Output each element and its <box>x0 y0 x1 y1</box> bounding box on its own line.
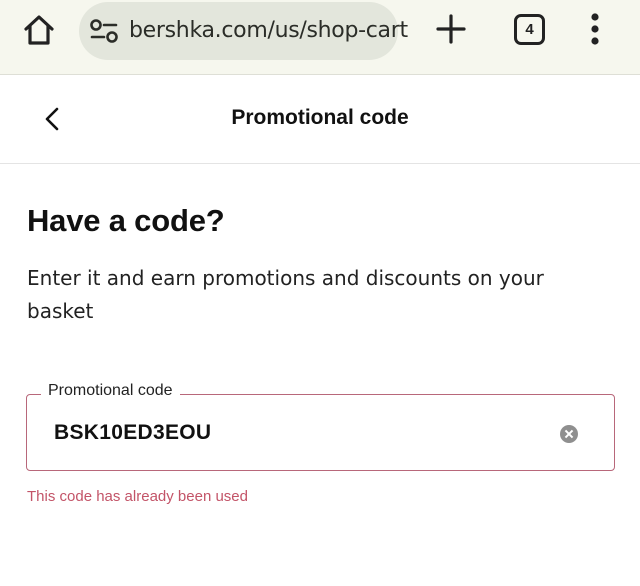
promo-code-field[interactable]: Promotional code BSK10ED3EOU <box>26 382 615 471</box>
url-text: bershka.com/us/shop-cart <box>129 18 408 43</box>
section-heading: Have a code? <box>27 203 225 238</box>
tab-count: 4 <box>525 21 534 38</box>
section-description: Enter it and earn promotions and discoun… <box>27 266 544 323</box>
page-title: Promotional code <box>231 106 409 129</box>
clear-circle-icon[interactable] <box>560 425 578 443</box>
browser-toolbar: bershka.com/us/shop-cart 4 <box>0 0 640 75</box>
more-vert-icon[interactable] <box>585 12 605 46</box>
home-icon[interactable] <box>22 13 56 47</box>
site-settings-icon[interactable] <box>89 17 119 45</box>
page-header: Promotional code <box>0 76 640 164</box>
error-message: This code has already been used <box>27 488 248 505</box>
plus-icon[interactable] <box>434 12 468 46</box>
promo-code-input[interactable]: BSK10ED3EOU <box>54 421 211 445</box>
tabs-icon[interactable]: 4 <box>514 14 545 45</box>
promo-code-label: Promotional code <box>41 382 180 400</box>
address-bar[interactable]: bershka.com/us/shop-cart <box>79 2 408 60</box>
